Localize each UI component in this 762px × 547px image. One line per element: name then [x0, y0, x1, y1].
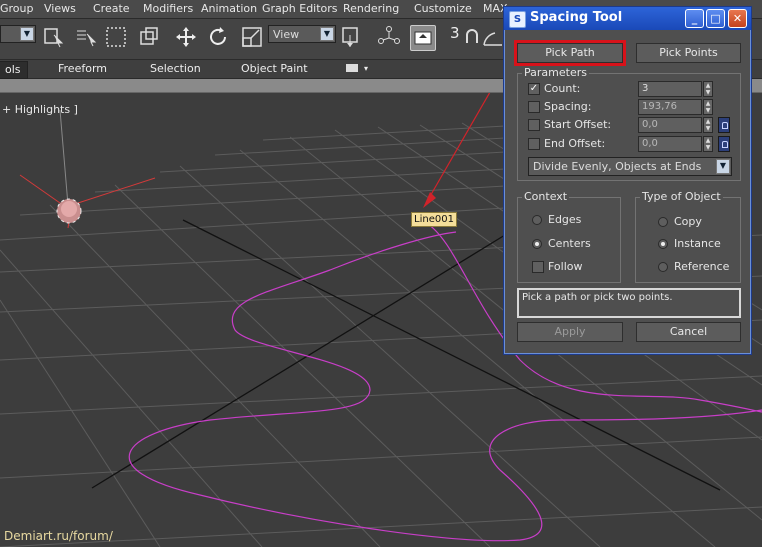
window-crossing-icon[interactable] [137, 25, 161, 49]
watermark-text: Demiart.ru/forum/ [4, 529, 113, 543]
scale-icon[interactable] [240, 25, 264, 49]
ribbon-options-icon[interactable] [346, 64, 358, 72]
count-input[interactable]: 3 [638, 81, 702, 97]
reference-radio[interactable] [658, 262, 668, 272]
centers-option[interactable]: Centers [532, 236, 617, 252]
view-dropdown-value: View [273, 28, 300, 41]
chevron-down-icon: ▼ [20, 27, 34, 41]
context-group: Context Edges Centers Follow [517, 190, 621, 283]
parameters-group: Parameters ✓ Count: 3 ▲ ▼ Spacing: 193,76… [517, 66, 741, 181]
instance-label: Instance [674, 237, 721, 250]
spacing-input[interactable]: 193,76 [638, 99, 702, 115]
select-and-manipulate-icon[interactable] [377, 25, 401, 49]
end-offset-spinner[interactable]: ▲ ▼ [703, 136, 713, 152]
instance-option[interactable]: Instance [658, 236, 738, 252]
count-label: Count: [544, 82, 581, 95]
instance-radio[interactable] [658, 239, 668, 249]
parameters-label: Parameters [522, 66, 589, 79]
edges-radio[interactable] [532, 215, 542, 225]
app-icon: S [509, 11, 526, 28]
tab-freeform[interactable]: Freeform [58, 61, 107, 77]
start-offset-label: Start Offset: [544, 118, 612, 131]
edges-label: Edges [548, 213, 582, 226]
tab-selection[interactable]: Selection [150, 61, 201, 77]
tab-object-paint[interactable]: Object Paint [241, 61, 308, 77]
menu-group[interactable]: Group [0, 2, 34, 15]
start-offset-checkbox[interactable] [528, 119, 540, 131]
object-tooltip: Line001 [411, 212, 457, 227]
spacing-label: Spacing: [544, 100, 592, 113]
copy-radio[interactable] [658, 217, 668, 227]
selection-filter-dropdown[interactable]: ▼ [0, 25, 36, 43]
cancel-button[interactable]: Cancel [636, 322, 741, 342]
select-by-name-icon[interactable] [74, 25, 98, 49]
count-row: ✓ Count: 3 ▲ ▼ [528, 81, 738, 97]
follow-option[interactable]: Follow [532, 259, 617, 275]
reference-label: Reference [674, 260, 730, 273]
menu-animation[interactable]: Animation [201, 2, 257, 15]
distribution-value: Divide Evenly, Objects at Ends [533, 160, 702, 173]
centers-radio[interactable] [532, 239, 542, 249]
maximize-icon[interactable]: □ [706, 9, 725, 28]
apply-button[interactable]: Apply [517, 322, 623, 342]
spacing-row: Spacing: 193,76 ▲ ▼ [528, 99, 738, 115]
viewport-label[interactable]: + Highlights ] [2, 103, 78, 116]
lock-icon[interactable] [718, 117, 730, 133]
start-offset-input[interactable]: 0,0 [638, 117, 702, 133]
spacing-spinner[interactable]: ▲ ▼ [703, 99, 713, 115]
copy-label: Copy [674, 215, 702, 228]
tab-tools[interactable]: ols [0, 61, 28, 79]
dialog-titlebar[interactable]: S Spacing Tool _ □ ✕ [504, 7, 751, 30]
edges-option[interactable]: Edges [532, 212, 617, 228]
lock-icon[interactable] [718, 136, 730, 152]
end-offset-label: End Offset: [544, 137, 606, 150]
select-object-icon[interactable] [42, 25, 66, 49]
pivot-center-icon[interactable] [340, 25, 364, 49]
context-label: Context [522, 190, 570, 203]
keyboard-shortcut-override-icon[interactable] [410, 25, 436, 51]
rectangular-selection-icon[interactable] [104, 25, 128, 49]
spacing-tool-dialog: S Spacing Tool _ □ ✕ Pick Path Pick Poin… [503, 6, 752, 355]
type-of-object-label: Type of Object [640, 190, 723, 203]
menu-customize[interactable]: Customize [414, 2, 472, 15]
minimize-icon[interactable]: _ [685, 9, 704, 28]
ribbon-dropdown-icon[interactable]: ▾ [364, 61, 368, 77]
menu-create[interactable]: Create [93, 2, 130, 15]
menu-graph-editors[interactable]: Graph Editors [262, 2, 338, 15]
chevron-down-icon: ▼ [320, 27, 334, 41]
close-icon[interactable]: ✕ [728, 9, 747, 28]
start-offset-spinner[interactable]: ▲ ▼ [703, 117, 713, 133]
reference-coordinate-dropdown[interactable]: View ▼ [268, 25, 336, 43]
follow-checkbox[interactable] [532, 261, 544, 273]
chevron-down-icon: ▼ [716, 159, 730, 174]
type-of-object-group: Type of Object Copy Instance Reference [635, 190, 741, 283]
end-offset-row: End Offset: 0,0 ▲ ▼ [528, 136, 738, 152]
move-icon[interactable] [174, 25, 198, 49]
distribution-dropdown[interactable]: Divide Evenly, Objects at Ends ▼ [528, 157, 732, 176]
spacing-checkbox[interactable] [528, 101, 540, 113]
reference-option[interactable]: Reference [658, 259, 738, 275]
rotate-icon[interactable] [206, 25, 230, 49]
dialog-title: Spacing Tool [530, 10, 623, 25]
pick-points-button[interactable]: Pick Points [636, 43, 741, 63]
centers-label: Centers [548, 237, 591, 250]
start-offset-row: Start Offset: 0,0 ▲ ▼ [528, 117, 738, 133]
status-message: Pick a path or pick two points. [517, 288, 741, 318]
angle-snap-icon[interactable] [481, 25, 505, 49]
copy-option[interactable]: Copy [658, 214, 738, 230]
menu-modifiers[interactable]: Modifiers [143, 2, 193, 15]
snaps-toggle-label[interactable]: 3 [450, 24, 460, 42]
menu-rendering[interactable]: Rendering [343, 2, 399, 15]
pick-path-button[interactable]: Pick Path [514, 40, 626, 66]
follow-label: Follow [548, 260, 583, 273]
end-offset-checkbox[interactable] [528, 138, 540, 150]
end-offset-input[interactable]: 0,0 [638, 136, 702, 152]
count-checkbox[interactable]: ✓ [528, 83, 540, 95]
menu-views[interactable]: Views [44, 2, 76, 15]
count-spinner[interactable]: ▲ ▼ [703, 81, 713, 97]
